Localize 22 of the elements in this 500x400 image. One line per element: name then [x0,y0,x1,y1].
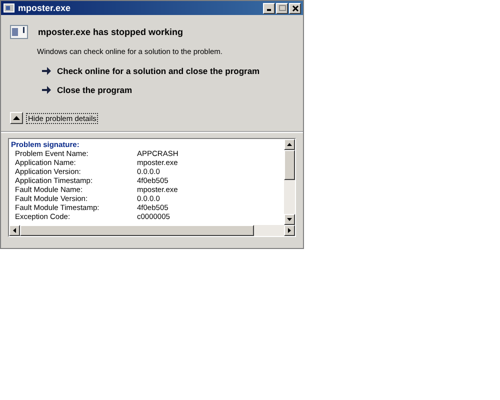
up-triangle-icon [13,116,20,120]
down-triangle-icon[interactable] [287,218,292,221]
vertical-scrollbar[interactable] [284,139,295,225]
right-triangle-icon[interactable] [288,228,291,233]
maximize-button[interactable] [276,2,288,14]
option-link[interactable]: Check online for a solution and close the program [42,66,294,76]
left-triangle-icon[interactable] [13,228,16,233]
horizontal-scrollbar[interactable] [9,225,295,236]
app-icon [3,2,15,14]
arrow-icon [42,67,51,75]
maximize-icon [278,4,286,12]
close-icon [290,4,300,12]
up-triangle-icon[interactable] [287,143,292,146]
arrow-icon [42,86,51,94]
collapse-button[interactable] [10,112,23,124]
minimize-icon [267,9,271,11]
minimize-button[interactable] [263,2,275,14]
close-button[interactable] [289,2,301,14]
heading: mposter.exe has stopped working [38,27,184,37]
option-link[interactable]: Close the program [42,85,294,95]
program-window-icon [10,25,28,39]
window-title: mposter.exe [18,3,72,13]
